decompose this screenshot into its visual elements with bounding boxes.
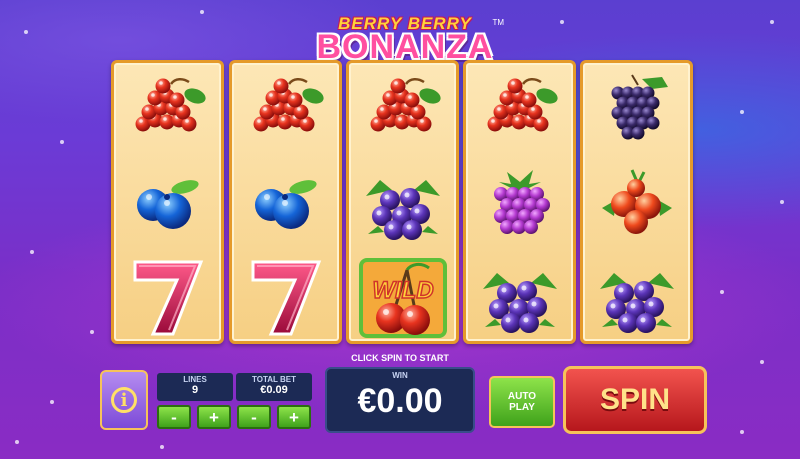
redcurrant-icon [466,65,573,157]
status-message: CLICK SPIN TO START [351,353,449,363]
reel-4 [463,60,576,344]
blueberry-icon [114,158,221,250]
win-value: €0.00 [357,382,443,420]
cranberry-icon [583,158,690,250]
blackberry-icon [583,65,690,157]
info-icon: i [111,387,137,413]
total-bet-display: TOTAL BET €0.09 [236,373,312,401]
blackcurrant-icon [466,251,573,343]
redcurrant-icon [114,65,221,157]
lines-minus-button[interactable]: - [157,405,191,429]
bet-plus-button[interactable]: + [277,405,311,429]
spin-button[interactable]: SPIN [563,366,707,434]
redcurrant-icon [232,65,339,157]
raspberry-icon [466,158,573,250]
lines-label: LINES [183,375,207,384]
seven-icon [232,251,339,343]
bet-minus-button[interactable]: - [237,405,271,429]
blackcurrant-icon [349,158,456,250]
win-label: WIN [392,371,408,380]
spin-label: SPIN [599,383,671,416]
lines-plus-button[interactable]: + [197,405,231,429]
blackcurrant-icon [583,251,690,343]
reel-1 [111,60,224,344]
total-bet-value: €0.09 [260,384,288,396]
lines-value: 9 [191,384,199,396]
win-display: WIN €0.00 [325,367,475,433]
redcurrant-icon [349,65,456,157]
seven-icon [114,251,221,343]
auto-play-button[interactable]: AUTO PLAY [489,376,555,428]
info-button[interactable]: i [100,370,148,430]
reel-5 [580,60,693,344]
lines-display: LINES 9 [157,373,233,401]
wild-cherry-icon: WILD [349,251,456,343]
reel-2 [229,60,342,344]
total-bet-label: TOTAL BET [252,375,296,384]
reel-3: WILD [346,60,459,344]
blueberry-icon [232,158,339,250]
auto-play-label: AUTO PLAY [507,391,537,413]
trademark: TM [492,18,504,27]
wild-label: WILD [372,277,433,304]
